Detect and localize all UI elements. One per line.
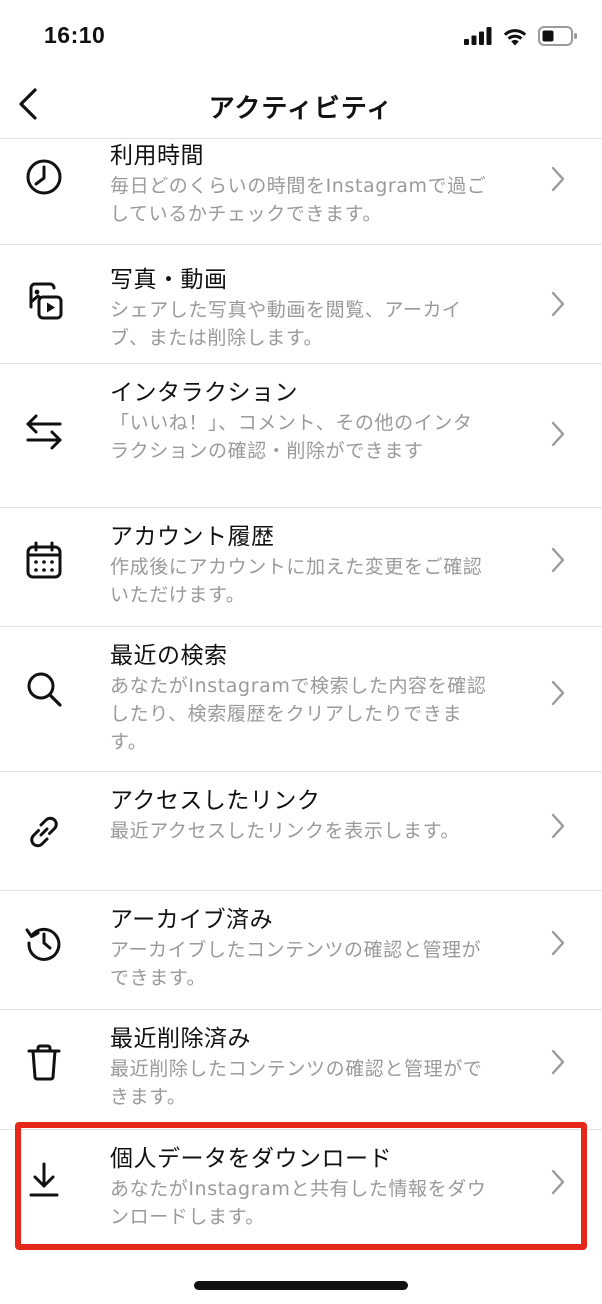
item-description: あなたがInstagramと共有した情報をダウンロードします。 [110, 1178, 487, 1228]
item-description: シェアした写真や動画を閲覧、アーカイブ、または削除します。 [110, 299, 462, 349]
list-item-visited-links[interactable]: アクセスしたリンク 最近アクセスしたリンクを表示します。 [0, 772, 602, 891]
item-description: 毎日どのくらいの時間をInstagramで過ごしているかチェックできます。 [110, 175, 487, 225]
home-indicator[interactable] [194, 1281, 408, 1290]
search-icon [22, 667, 66, 711]
chevron-right-icon [551, 166, 565, 192]
item-description: 作成後にアカウントに加えた変更をご確認いただけます。 [110, 556, 483, 606]
nav-bar: アクティビティ [0, 74, 602, 139]
item-title: 最近の検索 [110, 643, 228, 669]
list-item-interactions[interactable]: インタラクション 「いいね！」、コメント、その他のインタラクションの確認・削除が… [0, 364, 602, 508]
chevron-right-icon [551, 930, 565, 956]
item-title: 個人データをダウンロード [110, 1146, 392, 1172]
arrows-swap-icon [22, 410, 66, 454]
list-item-download-data[interactable]: 個人データをダウンロード あなたがInstagramと共有した情報をダウンロード… [0, 1130, 602, 1249]
item-description: アーカイブしたコンテンツの確認と管理ができます。 [110, 939, 482, 989]
chevron-right-icon [551, 1049, 565, 1075]
trash-icon [22, 1040, 66, 1084]
list-item-recently-deleted[interactable]: 最近削除済み 最近削除したコンテンツの確認と管理ができます。 [0, 1010, 602, 1130]
chevron-right-icon [551, 547, 565, 573]
wifi-icon [502, 27, 528, 46]
link-icon [22, 810, 66, 854]
download-icon [22, 1158, 66, 1202]
item-title: 最近削除済み [110, 1026, 251, 1052]
calendar-icon [22, 538, 66, 582]
status-icons [464, 26, 578, 46]
item-title: 写真・動画 [110, 267, 228, 293]
photo-video-icon [22, 279, 66, 323]
status-time: 16:10 [44, 22, 106, 48]
chevron-right-icon [551, 291, 565, 317]
signal-icon [464, 27, 492, 45]
clock-icon [22, 155, 66, 199]
item-title: アカウント履歴 [110, 524, 275, 550]
item-description: 「いいね！」、コメント、その他のインタラクションの確認・削除ができます [110, 412, 473, 462]
item-title: インタラクション [110, 380, 298, 406]
chevron-right-icon [551, 680, 565, 706]
archive-history-icon [22, 921, 66, 965]
list-item-recent-searches[interactable]: 最近の検索 あなたがInstagramで検索した内容を確認したり、検索履歴をクリ… [0, 627, 602, 772]
chevron-right-icon [551, 1169, 565, 1195]
list-item-archived[interactable]: アーカイブ済み アーカイブしたコンテンツの確認と管理ができます。 [0, 891, 602, 1010]
item-title: アーカイブ済み [110, 907, 274, 933]
item-title: アクセスしたリンク [110, 788, 321, 814]
item-title: 利用時間 [110, 143, 204, 169]
item-description: 最近削除したコンテンツの確認と管理ができます。 [110, 1058, 483, 1108]
list-item-account-history[interactable]: アカウント履歴 作成後にアカウントに加えた変更をご確認いただけます。 [0, 508, 602, 627]
item-description: 最近アクセスしたリンクを表示します。 [110, 820, 460, 842]
battery-icon [538, 26, 578, 46]
list-item-photos-videos[interactable]: 写真・動画 シェアした写真や動画を閲覧、アーカイブ、または削除します。 [0, 245, 602, 364]
chevron-right-icon [551, 813, 565, 839]
chevron-right-icon [551, 421, 565, 447]
page-title: アクティビティ [208, 94, 394, 124]
item-description: あなたがInstagramで検索した内容を確認したり、検索履歴をクリアしたりでき… [110, 675, 487, 753]
list-item-usage-time[interactable]: 利用時間 毎日どのくらいの時間をInstagramで過ごしているかチェックできま… [0, 139, 602, 245]
status-bar: 16:10 [0, 0, 602, 74]
